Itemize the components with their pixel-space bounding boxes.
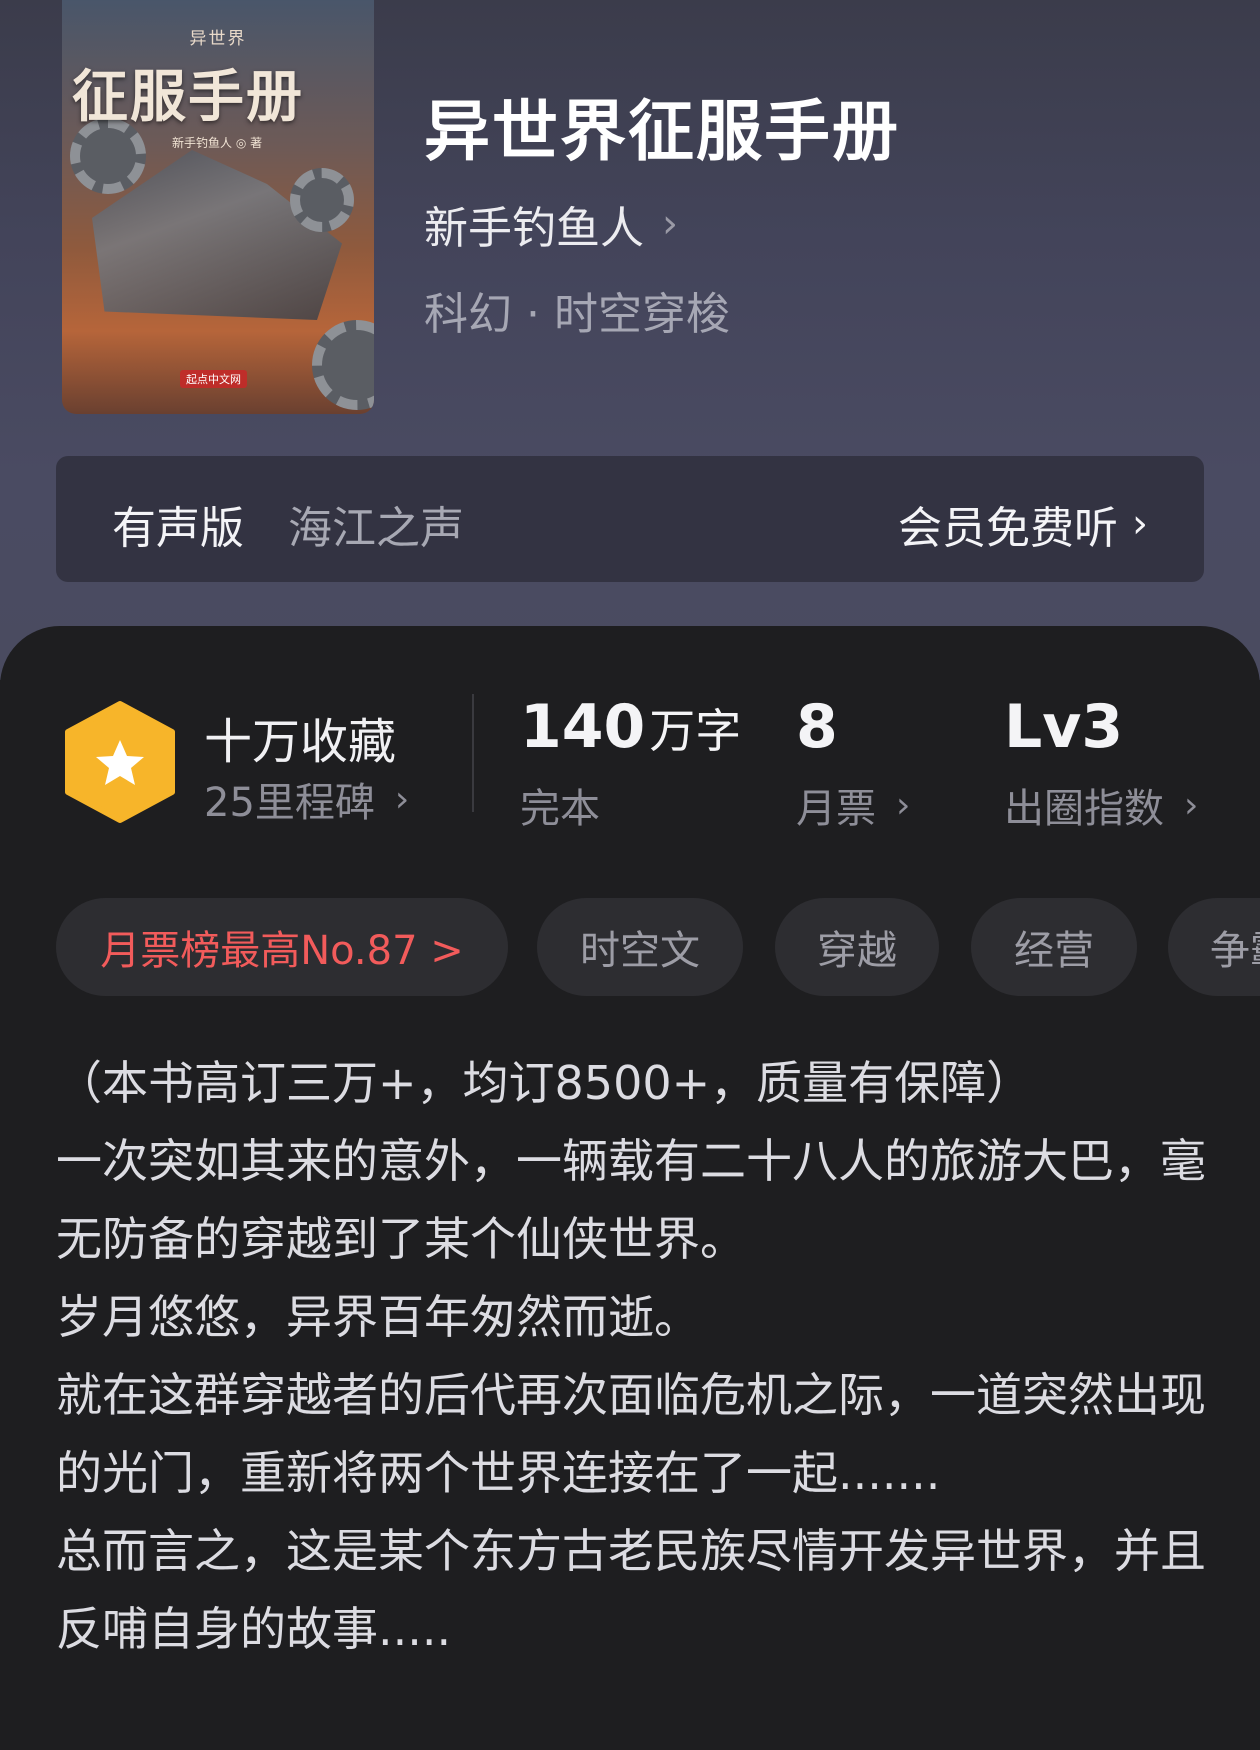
member-free-listen-button[interactable]: 会员免费听 ›	[898, 492, 1148, 556]
book-cover[interactable]: 异世界 征服手册 新手钓鱼人 ◎ 著 起点中文网	[62, 0, 374, 414]
description-paragraph: 岁月悠悠，异界百年匆然而逝。	[56, 1290, 700, 1344]
monthly-ticket-value: 8	[796, 692, 838, 762]
genre-label: 科幻 · 时空穿梭	[424, 289, 730, 340]
description-paragraph: 就在这群穿越者的后代再次面临危机之际，一道突然出现的光门，重新将两个世界连接在了…	[56, 1368, 1206, 1500]
member-free-listen-label: 会员免费听	[898, 503, 1118, 554]
tag-monthly-rank[interactable]: 月票榜最高No.87 >	[56, 898, 508, 996]
influence-level-value: Lv3	[1004, 692, 1124, 762]
description-paragraph: （本书高订三万+，均订8500+，质量有保障）	[56, 1056, 1033, 1110]
monthly-ticket-count: 8	[796, 692, 838, 762]
author-link[interactable]: 新手钓鱼人 ›	[424, 192, 678, 256]
completion-status: 完本	[520, 776, 600, 834]
collect-milestone-link[interactable]: 25里程碑 ›	[204, 770, 409, 828]
audio-narrator: 海江之声	[288, 503, 464, 554]
book-description: （本书高订三万+，均订8500+，质量有保障） 一次突如其来的意外，一辆载有二十…	[56, 1044, 1216, 1668]
cover-gear-art	[290, 168, 354, 232]
chevron-right-icon: ›	[662, 201, 678, 247]
word-count: 140 万字	[520, 692, 741, 762]
cover-author: 新手钓鱼人 ◎ 著	[172, 136, 263, 150]
tag-item[interactable]: 穿越	[775, 898, 939, 996]
author-name: 新手钓鱼人	[424, 203, 644, 254]
chevron-right-icon: ›	[896, 784, 911, 826]
cover-title: 征服手册	[72, 64, 304, 130]
tag-item[interactable]: 经营	[971, 898, 1137, 996]
book-title: 异世界征服手册	[424, 92, 900, 170]
word-count-value: 140	[520, 692, 646, 762]
stats-divider	[472, 694, 474, 812]
collect-milestone-title[interactable]: 十万收藏	[204, 702, 396, 772]
star-hexagon-icon[interactable]	[60, 700, 180, 824]
description-paragraph: 一次突如其来的意外，一辆载有二十八人的旅游大巴，毫无防备的穿越到了某个仙侠世界。	[56, 1134, 1206, 1266]
description-paragraph: 总而言之，这是某个东方古老民族尽情开发异世界，并且反哺自身的故事.....	[56, 1524, 1206, 1656]
audio-version-bar[interactable]: 有声版 海江之声 会员免费听 ›	[56, 456, 1204, 582]
audio-label: 有声版	[112, 503, 244, 554]
cover-series: 异世界	[189, 29, 247, 49]
collect-milestone-sub: 25里程碑	[204, 780, 375, 826]
completion-status-label: 完本	[520, 786, 600, 832]
tag-item[interactable]: 时空文	[537, 898, 743, 996]
influence-level: Lv3	[1004, 692, 1123, 762]
chevron-right-icon: ›	[1132, 501, 1148, 547]
chevron-right-icon: ›	[1184, 784, 1199, 826]
tag-item[interactable]: 争霸	[1168, 898, 1260, 996]
tag-list: 月票榜最高No.87 > 时空文 穿越 经营 争霸	[56, 898, 1260, 996]
word-count-unit: 万字	[649, 704, 742, 758]
chevron-right-icon: ›	[394, 778, 410, 820]
influence-index-label: 出圈指数	[1004, 786, 1164, 832]
influence-index-link[interactable]: 出圈指数 ›	[1004, 776, 1198, 834]
cover-publisher: 起点中文网	[180, 370, 247, 388]
cover-gear-art	[312, 320, 374, 410]
monthly-ticket-label: 月票	[796, 786, 876, 832]
monthly-ticket-link[interactable]: 月票 ›	[796, 776, 910, 834]
